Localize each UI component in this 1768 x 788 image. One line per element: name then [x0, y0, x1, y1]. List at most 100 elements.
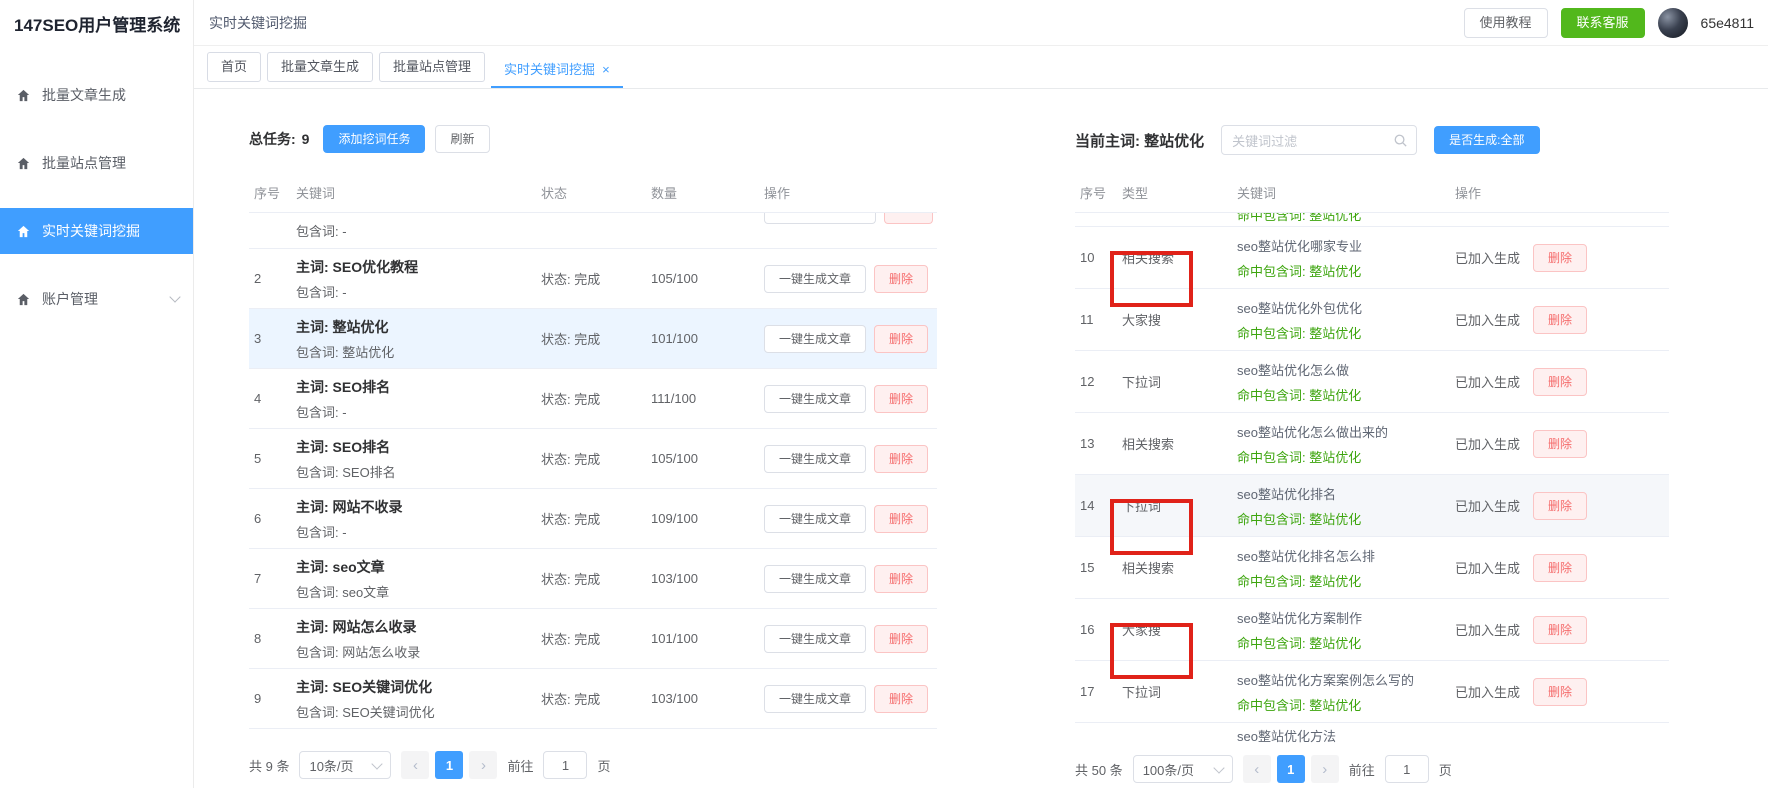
tab-batch-article[interactable]: 批量文章生成	[267, 52, 373, 82]
generate-article-button-clipped[interactable]	[764, 213, 876, 224]
next-page-button[interactable]: ›	[1311, 755, 1339, 783]
generate-article-button[interactable]: 一键生成文章	[764, 445, 866, 473]
close-icon[interactable]: ×	[602, 54, 610, 86]
current-page[interactable]: 1	[435, 751, 463, 779]
col-keyword: 关键词	[1232, 183, 1450, 202]
sidebar-item-label: 批量站点管理	[42, 153, 126, 173]
delete-button[interactable]: 删除	[1533, 244, 1587, 272]
generation-filter-button[interactable]: 是否生成:全部	[1434, 126, 1539, 154]
delete-button-clipped[interactable]	[884, 213, 933, 224]
generation-status: 已加入生成	[1455, 558, 1520, 577]
keyword-row[interactable]: 17 下拉词 seo整站优化方案案例怎么写的命中包含词: 整站优化 已加入生成删…	[1075, 661, 1669, 723]
chevron-down-icon	[372, 758, 383, 769]
task-row-selected[interactable]: 3 主词: 整站优化包含词: 整站优化 状态: 完成 101/100 一键生成文…	[249, 309, 937, 369]
tab-bar: 首页 批量文章生成 批量站点管理 实时关键词挖掘 ×	[194, 46, 1768, 89]
col-index: 序号	[249, 183, 291, 202]
row-index: 8	[249, 631, 291, 646]
delete-button[interactable]: 删除	[1533, 492, 1587, 520]
generate-article-button[interactable]: 一键生成文章	[764, 265, 866, 293]
delete-button[interactable]: 删除	[874, 385, 928, 413]
delete-button[interactable]: 删除	[1533, 616, 1587, 644]
row-status: 状态: 完成	[536, 689, 646, 708]
task-row[interactable]: 6 主词: 网站不收录包含词: - 状态: 完成 109/100 一键生成文章删…	[249, 489, 937, 549]
generate-article-button[interactable]: 一键生成文章	[764, 505, 866, 533]
avatar[interactable]	[1658, 8, 1688, 38]
refresh-button[interactable]: 刷新	[435, 125, 489, 153]
sidebar-item-batch-article[interactable]: 批量文章生成	[0, 72, 193, 118]
keyword-text: seo整站优化怎么做出来的	[1237, 422, 1450, 441]
contains-word: 包含词: -	[296, 282, 536, 301]
delete-button[interactable]: 删除	[1533, 678, 1587, 706]
row-index: 2	[249, 271, 291, 286]
task-row[interactable]: 9 主词: SEO关键词优化包含词: SEO关键词优化 状态: 完成 103/1…	[249, 669, 937, 729]
delete-button[interactable]: 删除	[874, 625, 928, 653]
row-index: 7	[249, 571, 291, 586]
generate-article-button[interactable]: 一键生成文章	[764, 565, 866, 593]
tab-batch-site[interactable]: 批量站点管理	[379, 52, 485, 82]
generate-article-button[interactable]: 一键生成文章	[764, 385, 866, 413]
row-index: 15	[1075, 560, 1117, 575]
delete-button[interactable]: 删除	[874, 565, 928, 593]
generation-status: 已加入生成	[1455, 372, 1520, 391]
goto-page-input[interactable]	[1385, 755, 1429, 783]
delete-button[interactable]: 删除	[874, 325, 928, 353]
keyword-row[interactable]: 12 下拉词 seo整站优化怎么做命中包含词: 整站优化 已加入生成删除	[1075, 351, 1669, 413]
hit-contains-word: 命中包含词: 整站优化	[1237, 261, 1450, 280]
sidebar-item-keyword-mining[interactable]: 实时关键词挖掘	[0, 208, 193, 254]
delete-button[interactable]: 删除	[874, 445, 928, 473]
task-row[interactable]: 7 主词: seo文章包含词: seo文章 状态: 完成 103/100 一键生…	[249, 549, 937, 609]
keyword-row[interactable]: 10 相关搜索 seo整站优化哪家专业命中包含词: 整站优化 已加入生成删除	[1075, 227, 1669, 289]
generate-article-button[interactable]: 一键生成文章	[764, 325, 866, 353]
prev-page-button[interactable]: ‹	[1243, 755, 1271, 783]
home-icon	[16, 88, 31, 103]
keyword-filter-input[interactable]: 关键词过滤	[1221, 125, 1417, 155]
row-index: 3	[249, 331, 291, 346]
delete-button[interactable]: 删除	[1533, 430, 1587, 458]
generation-status: 已加入生成	[1455, 682, 1520, 701]
sidebar-item-label: 实时关键词挖掘	[42, 221, 140, 241]
filter-placeholder: 关键词过滤	[1232, 131, 1297, 150]
goto-page-input[interactable]	[543, 751, 587, 779]
generate-article-button[interactable]: 一键生成文章	[764, 625, 866, 653]
tutorial-button[interactable]: 使用教程	[1464, 8, 1548, 38]
keyword-text: seo整站优化外包优化	[1237, 298, 1450, 317]
row-count: 103/100	[646, 571, 759, 586]
hit-contains-word: 命中包含词: 整站优化	[1237, 213, 1361, 224]
task-row[interactable]: 2 主词: SEO优化教程包含词: - 状态: 完成 105/100 一键生成文…	[249, 249, 937, 309]
generation-status: 已加入生成	[1455, 620, 1520, 639]
delete-button[interactable]: 删除	[874, 685, 928, 713]
tab-home[interactable]: 首页	[207, 52, 261, 82]
sidebar-item-batch-site[interactable]: 批量站点管理	[0, 140, 193, 186]
row-index: 10	[1075, 250, 1117, 265]
col-keyword: 关键词	[291, 183, 536, 202]
page-size-select[interactable]: 10条/页	[299, 751, 391, 779]
delete-button[interactable]: 删除	[1533, 368, 1587, 396]
tab-keyword-mining[interactable]: 实时关键词挖掘 ×	[491, 54, 623, 88]
delete-button[interactable]: 删除	[874, 505, 928, 533]
keyword-row[interactable]: 15 相关搜索 seo整站优化排名怎么排命中包含词: 整站优化 已加入生成删除	[1075, 537, 1669, 599]
delete-button[interactable]: 删除	[1533, 306, 1587, 334]
task-row[interactable]: 8 主词: 网站怎么收录包含词: 网站怎么收录 状态: 完成 101/100 一…	[249, 609, 937, 669]
row-count: 109/100	[646, 511, 759, 526]
keyword-row[interactable]: 14 下拉词 seo整站优化排名命中包含词: 整站优化 已加入生成删除	[1075, 475, 1669, 537]
task-row[interactable]: 5 主词: SEO排名包含词: SEO排名 状态: 完成 105/100 一键生…	[249, 429, 937, 489]
delete-button[interactable]: 删除	[874, 265, 928, 293]
keyword-text: seo整站优化排名	[1237, 484, 1450, 503]
add-mining-task-button[interactable]: 添加挖词任务	[323, 125, 425, 153]
sidebar-item-account[interactable]: 账户管理	[0, 276, 193, 322]
keyword-row[interactable]: 11 大家搜 seo整站优化外包优化命中包含词: 整站优化 已加入生成删除	[1075, 289, 1669, 351]
row-status: 状态: 完成	[536, 269, 646, 288]
generate-article-button[interactable]: 一键生成文章	[764, 685, 866, 713]
prev-page-button[interactable]: ‹	[401, 751, 429, 779]
keyword-row[interactable]: 16 大家搜 seo整站优化方案制作命中包含词: 整站优化 已加入生成删除	[1075, 599, 1669, 661]
home-icon	[16, 156, 31, 171]
keyword-row[interactable]: 13 相关搜索 seo整站优化怎么做出来的命中包含词: 整站优化 已加入生成删除	[1075, 413, 1669, 475]
task-row-clipped: 包含词: -	[249, 213, 937, 249]
page-size-select[interactable]: 100条/页	[1133, 755, 1233, 783]
next-page-button[interactable]: ›	[469, 751, 497, 779]
contains-word: 包含词: 整站优化	[296, 342, 536, 361]
current-page[interactable]: 1	[1277, 755, 1305, 783]
task-row[interactable]: 4 主词: SEO排名包含词: - 状态: 完成 111/100 一键生成文章删…	[249, 369, 937, 429]
delete-button[interactable]: 删除	[1533, 554, 1587, 582]
contact-support-button[interactable]: 联系客服	[1561, 8, 1645, 38]
